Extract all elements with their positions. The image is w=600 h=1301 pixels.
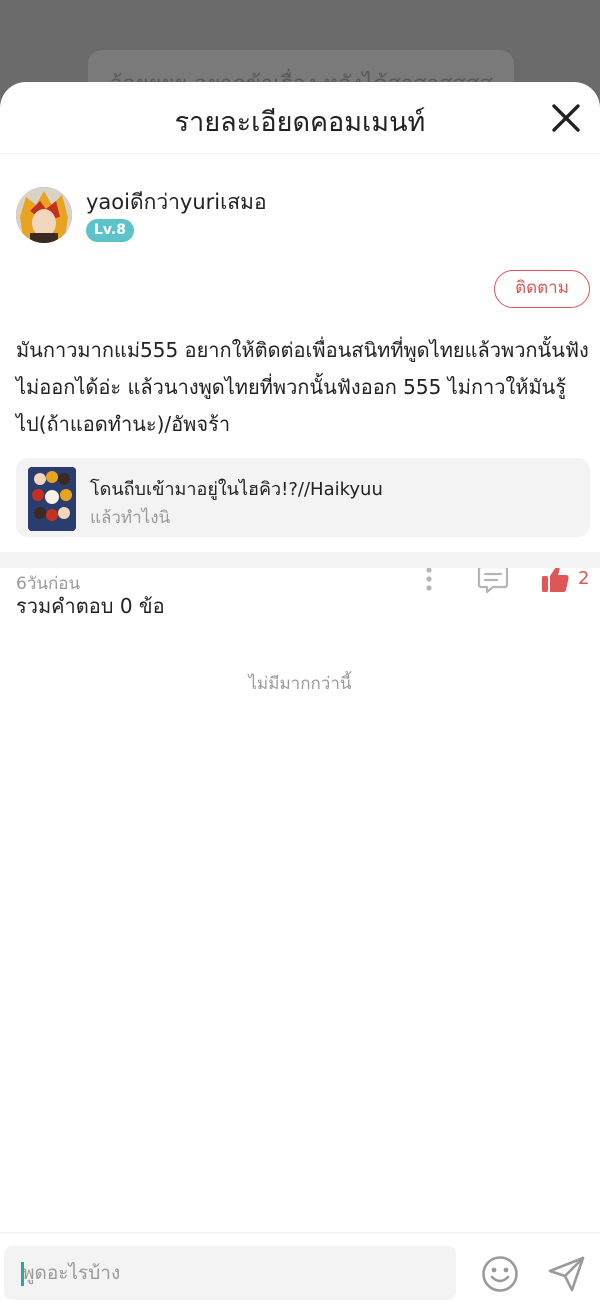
send-button[interactable] bbox=[546, 1253, 588, 1295]
thumbs-up-icon bbox=[542, 566, 569, 592]
like-count: 2 bbox=[578, 568, 590, 589]
background-overlay[interactable]: ว้อยยยย อยากข้าเรื่อง หลังได้สาสาสสสส bbox=[0, 0, 600, 90]
text-caret bbox=[21, 1262, 24, 1286]
sheet-header: รายละเอียดคอมเมนท์ bbox=[0, 82, 600, 154]
username[interactable]: yaoiดีกว่าyuriเสมอ bbox=[86, 186, 267, 219]
send-icon bbox=[548, 1256, 585, 1292]
story-chapter: แล้วทำไงนิ bbox=[90, 508, 171, 528]
section-divider bbox=[0, 552, 600, 568]
no-more-replies-text: ไม่มีมากกว่านี้ bbox=[248, 674, 352, 694]
smiley-icon bbox=[482, 1256, 518, 1292]
comment-detail-sheet: รายละเอียดคอมเมนท์ yaoiดีกว่าyuriเสมอ Lv… bbox=[0, 82, 600, 1301]
reply-composer bbox=[0, 1232, 600, 1301]
follow-button[interactable]: ติดตาม bbox=[494, 270, 590, 308]
close-button[interactable] bbox=[546, 98, 586, 138]
sheet-title: รายละเอียดคอมเมนท์ bbox=[174, 107, 426, 138]
more-vertical-icon bbox=[426, 567, 432, 591]
avatar[interactable] bbox=[16, 187, 72, 243]
story-cover-thumbnail bbox=[28, 467, 76, 531]
story-title: โดนถีบเข้ามาอยู่ในไฮคิว!?//Haikyuu bbox=[90, 479, 383, 500]
story-link-card[interactable]: โดนถีบเข้ามาอยู่ในไฮคิว!?//Haikyuu แล้วท… bbox=[16, 458, 590, 537]
level-badge: Lv.8 bbox=[86, 219, 134, 242]
replies-count-title: รวมคำตอบ 0 ข้อ bbox=[16, 594, 165, 618]
reply-input[interactable] bbox=[4, 1246, 456, 1300]
close-icon bbox=[552, 104, 580, 132]
like-button[interactable] bbox=[540, 564, 570, 594]
comment-text: มันกาวมากแม่555 อยากให้ติดต่อเพื่อนสนิทท… bbox=[16, 338, 589, 436]
more-options-button[interactable] bbox=[418, 564, 440, 594]
emoji-button[interactable] bbox=[480, 1254, 520, 1294]
avatar-image bbox=[16, 187, 72, 243]
